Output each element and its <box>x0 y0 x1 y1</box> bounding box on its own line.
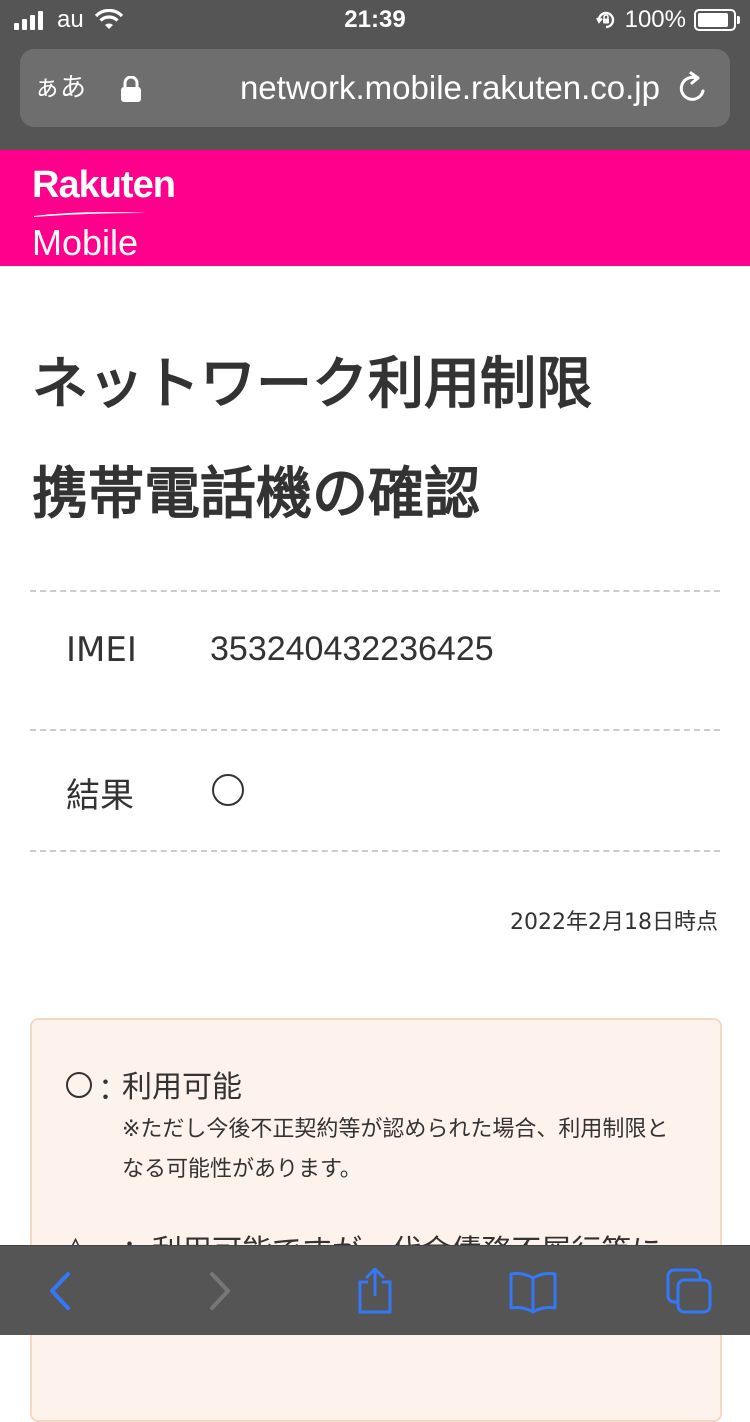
browser-toolbar <box>0 1245 750 1335</box>
battery-percent: 100% <box>624 6 686 33</box>
reload-icon[interactable] <box>676 71 710 105</box>
imei-value: 353240432236425 <box>210 630 494 668</box>
circle-mark-icon <box>66 1072 92 1098</box>
as-of-date: 2022年2月18日時点 <box>510 910 718 935</box>
status-right: 100% <box>595 0 740 40</box>
forward-button[interactable] <box>194 1268 244 1314</box>
page-title: ネットワーク利用制限 携帯電話機の確認 <box>32 330 722 550</box>
result-label: 結果 <box>66 776 134 816</box>
battery-icon <box>694 9 740 31</box>
lock-icon <box>121 76 141 102</box>
legend-box: ： 利用可能 ※ただし今後不正契約等が認められた場合、利用制限となる可能性があり… <box>30 1018 722 1422</box>
share-icon <box>358 1267 392 1314</box>
logo-swoosh-icon <box>34 212 146 217</box>
bookmarks-button[interactable] <box>508 1268 558 1314</box>
bookmarks-icon <box>509 1272 557 1314</box>
tabs-icon <box>666 1268 712 1314</box>
orientation-lock-icon <box>595 11 614 29</box>
text-size-button[interactable]: ぁあ <box>34 49 86 127</box>
address-bar[interactable]: ぁあ network.mobile.rakuten.co.jp <box>20 49 730 127</box>
logo-line-rakuten: Rakuten <box>32 164 176 206</box>
back-button[interactable] <box>36 1268 86 1314</box>
battery-level-fill <box>698 13 728 27</box>
page-title-line2: 携帯電話機の確認 <box>32 462 480 527</box>
back-icon <box>50 1272 70 1310</box>
browser-address-area: ぁあ network.mobile.rakuten.co.jp <box>0 40 750 150</box>
imei-label: IMEI <box>66 630 137 670</box>
tabs-button[interactable] <box>664 1268 714 1314</box>
divider <box>30 729 720 731</box>
legend-item-available: 利用可能 <box>122 1070 242 1105</box>
forward-icon <box>210 1272 230 1310</box>
divider <box>30 850 720 852</box>
share-button[interactable] <box>350 1267 400 1314</box>
rakuten-mobile-logo[interactable]: Rakuten Mobile <box>32 164 176 263</box>
url-text[interactable]: network.mobile.rakuten.co.jp <box>160 49 660 127</box>
divider <box>30 590 720 592</box>
logo-line-mobile: Mobile <box>32 222 139 263</box>
site-header: Rakuten Mobile <box>0 150 750 266</box>
page-title-line1: ネットワーク利用制限 <box>32 352 592 417</box>
result-circle-mark-icon <box>212 774 244 806</box>
status-bar: au 21:39 100% <box>0 0 750 40</box>
legend-note: ※ただし今後不正契約等が認められた場合、利用制限となる可能性があります。 <box>122 1117 669 1182</box>
